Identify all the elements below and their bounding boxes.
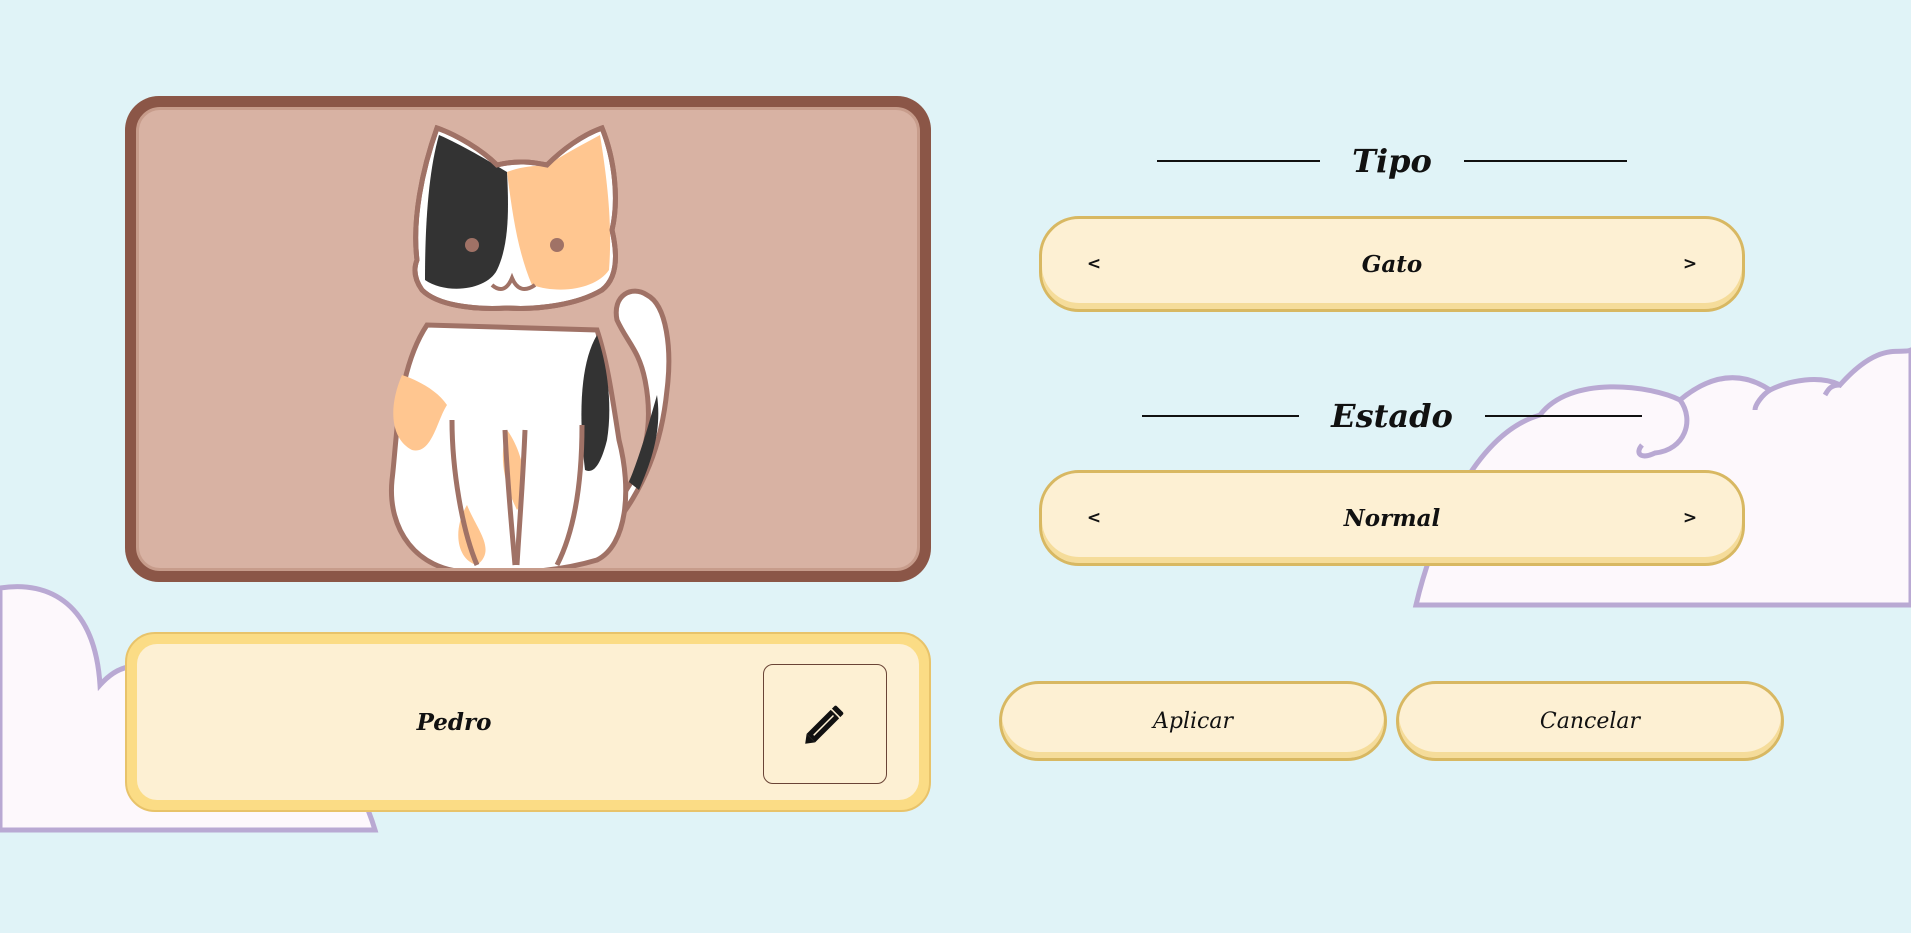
- pet-name-panel: Pedro: [137, 644, 919, 800]
- apply-button[interactable]: Aplicar: [999, 681, 1387, 761]
- calico-cat-image: [388, 124, 672, 568]
- pet-preview-frame: [125, 96, 931, 582]
- heading-rule-left: [1142, 415, 1300, 417]
- heading-rule-left: [1157, 160, 1321, 162]
- type-next-button[interactable]: >: [1660, 219, 1720, 309]
- type-value: Gato: [1361, 250, 1423, 278]
- pet-name: Pedro: [416, 708, 492, 736]
- type-heading-label: Tipo: [1352, 142, 1432, 180]
- cancel-button[interactable]: Cancelar: [1396, 681, 1784, 761]
- state-selector: < Normal >: [1039, 470, 1745, 566]
- edit-name-button[interactable]: [763, 664, 887, 784]
- pencil-icon: [805, 705, 844, 744]
- heading-rule-right: [1463, 160, 1627, 162]
- pet-name-bar: Pedro: [125, 632, 931, 812]
- pet-preview: [136, 107, 920, 571]
- state-heading-label: Estado: [1331, 397, 1453, 435]
- type-heading: Tipo: [1157, 138, 1627, 184]
- heading-rule-right: [1484, 415, 1642, 417]
- state-value: Normal: [1343, 504, 1441, 532]
- state-heading: Estado: [1142, 393, 1642, 439]
- type-selector: < Gato >: [1039, 216, 1745, 312]
- state-next-button[interactable]: >: [1660, 473, 1720, 563]
